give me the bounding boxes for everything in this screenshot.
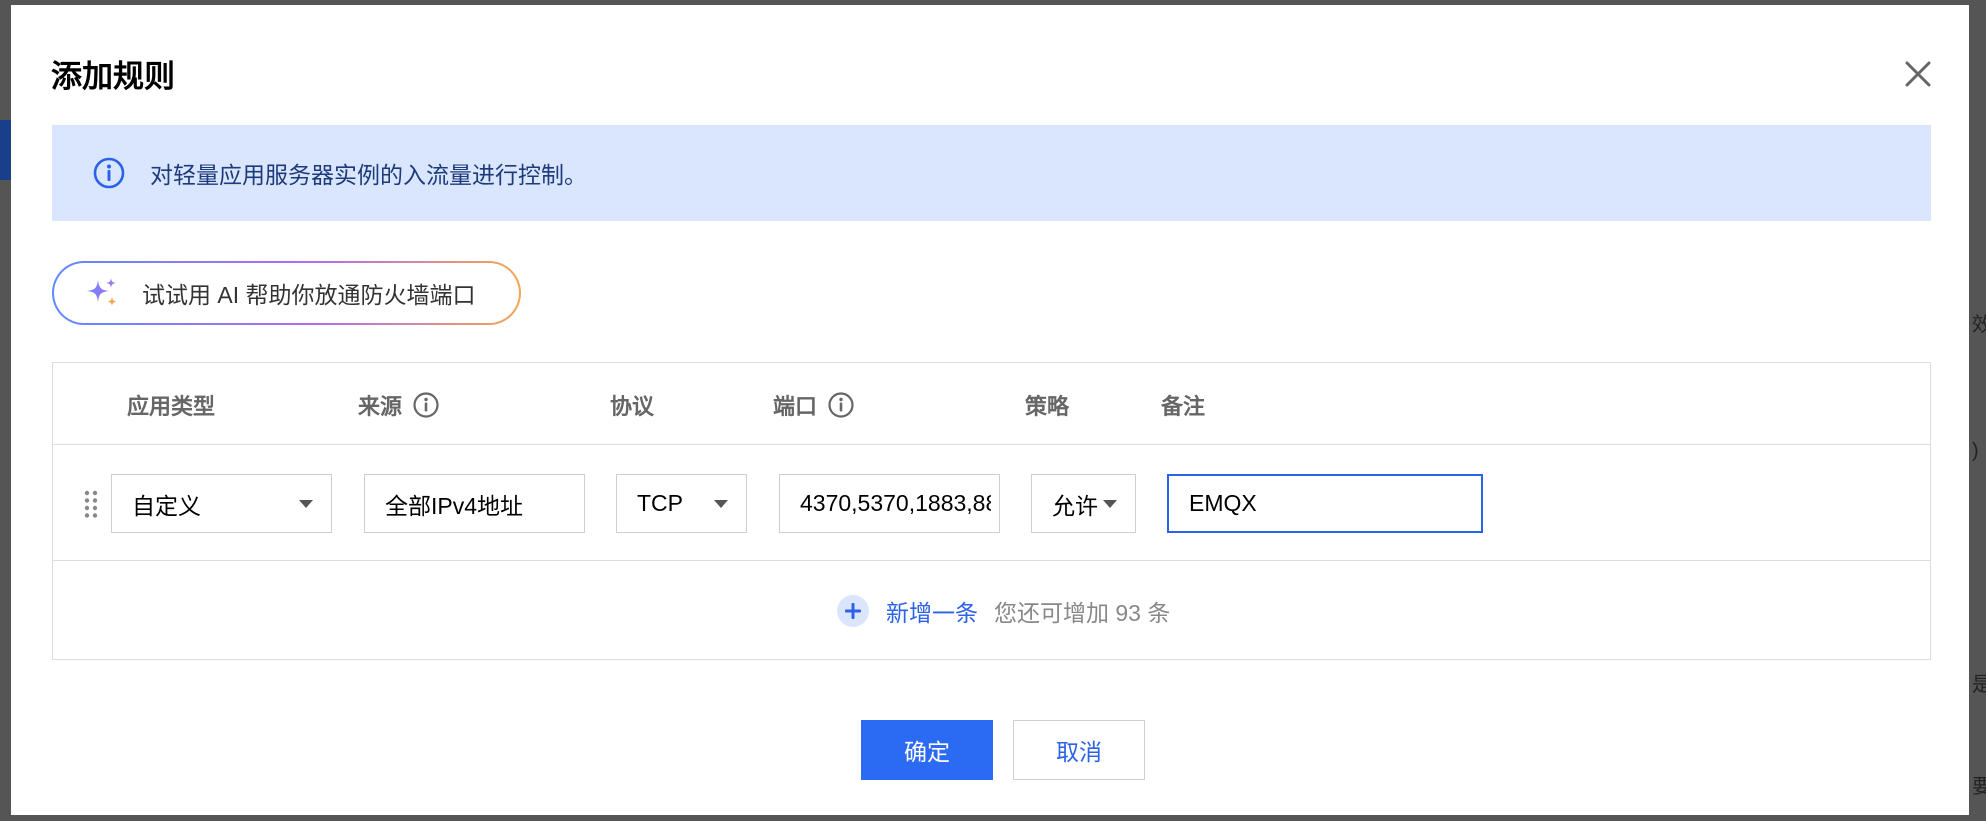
app-type-select[interactable]: 自定义 — [111, 474, 332, 533]
info-banner: 对轻量应用服务器实例的入流量进行控制。 — [52, 125, 1931, 221]
chevron-down-icon — [714, 500, 728, 508]
background-text-fragment: 效 — [1972, 314, 1986, 336]
protocol-value: TCP — [637, 490, 683, 516]
header-policy: 策略 — [1025, 389, 1069, 421]
source-value: 全部IPv4地址 — [385, 492, 524, 519]
add-rule-label: 新增一条 — [886, 600, 978, 626]
header-port: 端口 — [773, 389, 855, 421]
cancel-button[interactable]: 取消 — [1013, 720, 1145, 780]
port-value: 4370,5370,1883,8883 — [800, 490, 991, 516]
drag-handle-icon[interactable] — [83, 489, 99, 519]
table-header: 应用类型 来源 协议 端口 策略 备注 — [53, 363, 1930, 445]
header-port-label: 端口 — [773, 394, 818, 419]
sparkle-icon — [87, 278, 117, 306]
header-source-label: 来源 — [358, 394, 403, 419]
plus-icon — [837, 595, 869, 627]
remark-input[interactable]: EMQX — [1167, 474, 1483, 533]
close-icon — [1905, 61, 1931, 87]
background-text-fragment: 要 — [1972, 776, 1986, 798]
ai-assist-label: 试试用 AI 帮助你放通防火墙端口 — [142, 282, 476, 308]
chevron-down-icon — [299, 500, 313, 508]
port-input[interactable]: 4370,5370,1883,8883 — [779, 474, 1000, 533]
info-banner-text: 对轻量应用服务器实例的入流量进行控制。 — [150, 162, 587, 188]
dialog-title: 添加规则 — [51, 59, 175, 94]
app-type-value: 自定义 — [132, 492, 201, 519]
add-rule-button[interactable]: 新增一条 您还可增加 93 条 — [836, 594, 1170, 628]
source-input[interactable]: 全部IPv4地址 — [364, 474, 585, 533]
info-icon — [93, 157, 125, 189]
background-text-fragment: 是 — [1972, 674, 1986, 696]
remaining-count: 您还可增加 93 条 — [994, 600, 1171, 626]
header-protocol-label: 协议 — [610, 394, 655, 419]
background-nav-accent — [0, 120, 11, 180]
header-app-type: 应用类型 — [127, 389, 215, 421]
add-rule-row: 新增一条 您还可增加 93 条 — [53, 561, 1930, 661]
protocol-select[interactable]: TCP — [616, 474, 747, 533]
policy-value: 允许 — [1052, 492, 1098, 519]
source-info-icon[interactable] — [412, 391, 440, 419]
rules-table: 应用类型 来源 协议 端口 策略 备注 自定义 全部IPv4地址 TCP 437… — [52, 362, 1931, 660]
header-source: 来源 — [358, 389, 440, 421]
confirm-button[interactable]: 确定 — [861, 720, 993, 780]
remark-value: EMQX — [1189, 490, 1257, 516]
ai-assist-button[interactable]: 试试用 AI 帮助你放通防火墙端口 — [52, 261, 521, 325]
header-policy-label: 策略 — [1025, 394, 1070, 419]
port-info-icon[interactable] — [827, 391, 855, 419]
header-app-type-label: 应用类型 — [127, 394, 216, 419]
close-button[interactable] — [1901, 57, 1935, 91]
add-rule-dialog: 添加规则 对轻量应用服务器实例的入流量进行控制。 试试用 AI 帮助你放通防火墙… — [11, 5, 1969, 815]
header-remark: 备注 — [1161, 389, 1205, 421]
background-text-fragment: ) — [1972, 440, 1979, 462]
header-remark-label: 备注 — [1161, 394, 1206, 419]
header-protocol: 协议 — [610, 389, 654, 421]
ai-assist-button-body: 试试用 AI 帮助你放通防火墙端口 — [54, 263, 519, 323]
chevron-down-icon — [1103, 500, 1117, 508]
table-row: 自定义 全部IPv4地址 TCP 4370,5370,1883,8883 允许 — [53, 445, 1930, 561]
policy-select[interactable]: 允许 — [1031, 474, 1136, 533]
